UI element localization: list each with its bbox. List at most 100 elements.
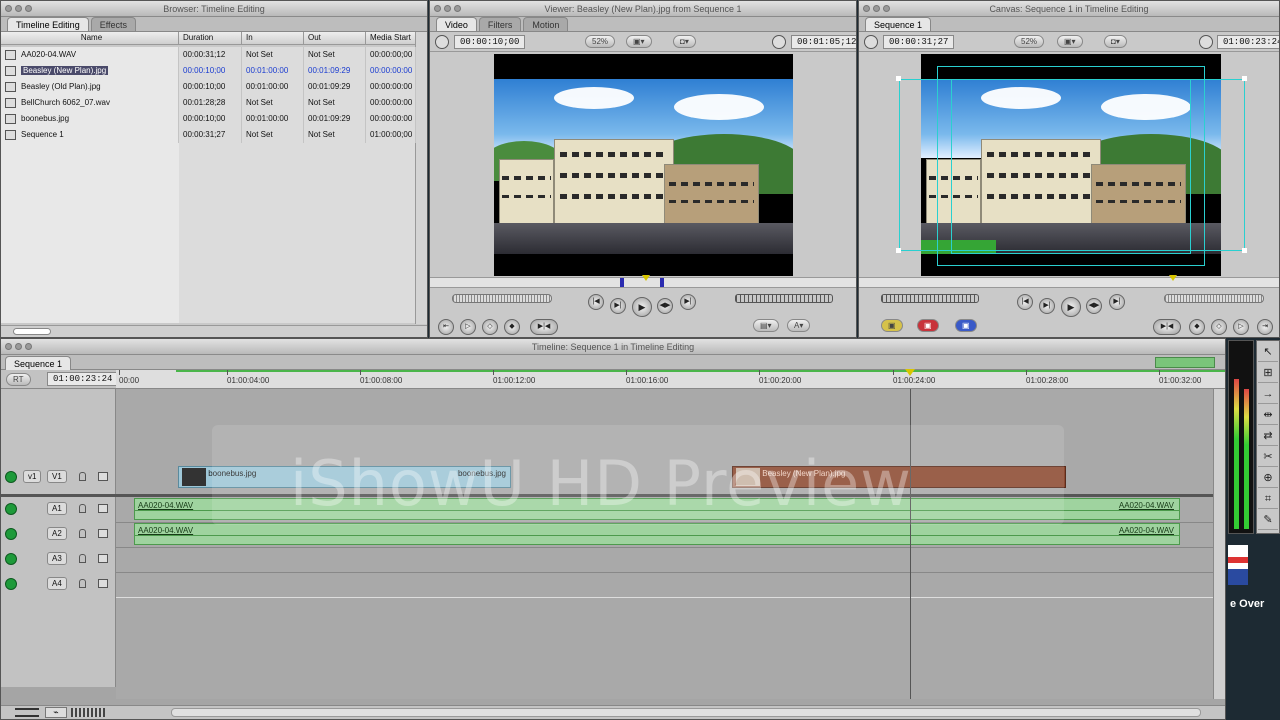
zoom-button[interactable] — [454, 5, 461, 12]
list-item[interactable]: Sequence 1 00:00:31;27 Not Set Not Set 01:0… — [1, 127, 416, 143]
track-label-a2[interactable]: A2 — [47, 527, 67, 540]
display-mode-popup[interactable]: ◘▾ — [673, 35, 696, 48]
canvas-insert-popup[interactable]: ▣ — [881, 319, 903, 332]
canvas-titlebar[interactable]: Canvas: Sequence 1 in Timeline Editing — [859, 1, 1279, 17]
list-item[interactable]: boonebus.jpg 00:00:10;00 00:01:00:00 00:01… — [1, 111, 416, 127]
source-track-v1[interactable]: v1 — [23, 470, 42, 483]
viewer-prev-edit-button[interactable]: |◀ — [588, 294, 604, 310]
timeline-zoom-scroller[interactable] — [171, 708, 1201, 717]
canvas-jog-control[interactable] — [881, 294, 979, 303]
lock-icon[interactable] — [79, 504, 86, 513]
window-controls[interactable] — [5, 343, 32, 350]
zoom-button[interactable] — [883, 5, 890, 12]
list-item[interactable]: Beasley (Old Plan).jpg 00:00:10;00 00:01:… — [1, 79, 416, 95]
canvas-play-around-button[interactable]: ◀▶ — [1086, 298, 1102, 314]
playhead-marker[interactable] — [905, 369, 915, 376]
canvas-replace-popup[interactable]: ▣ — [955, 319, 977, 332]
roll-tool-icon[interactable]: ⇹ — [1258, 406, 1278, 425]
rt-popup[interactable]: RT — [6, 373, 31, 386]
canvas-match-frame-button[interactable]: ⇥ — [1257, 319, 1273, 335]
viewer-recent-clips-popup[interactable]: ▤▾ — [753, 319, 779, 332]
desktop-icon[interactable] — [1228, 545, 1248, 585]
close-button[interactable] — [863, 5, 870, 12]
lock-icon[interactable] — [79, 472, 86, 481]
selection-tool-icon[interactable]: ↖ — [1258, 343, 1278, 362]
column-out[interactable]: Out — [304, 32, 366, 44]
minimize-button[interactable] — [873, 5, 880, 12]
browser-titlebar[interactable]: Browser: Timeline Editing — [1, 1, 427, 17]
close-button[interactable] — [5, 5, 12, 12]
tab-filters[interactable]: Filters — [478, 17, 522, 31]
tab-motion[interactable]: Motion — [523, 17, 569, 31]
track-visibility-icon[interactable] — [5, 471, 17, 483]
canvas-play-in-out-button[interactable]: ▶| — [1039, 298, 1055, 314]
viewer-jog-control[interactable] — [735, 294, 833, 303]
tab-timeline-editing[interactable]: Timeline Editing — [7, 17, 89, 31]
track-audible-icon[interactable] — [5, 578, 17, 590]
list-item[interactable]: BellChurch 6062_07.wav 00:01:28;28 Not Se… — [1, 95, 416, 111]
window-controls[interactable] — [863, 5, 890, 12]
tab-effects[interactable]: Effects — [90, 17, 137, 31]
clip-overlays-icon[interactable]: ⌁ — [45, 707, 67, 718]
list-item[interactable]: AA020-04.WAV 00:00:31;12 Not Set Not Set 00… — [1, 47, 416, 63]
column-name[interactable]: Name — [1, 32, 179, 44]
column-duration[interactable]: Duration — [179, 32, 242, 44]
viewer-match-frame-button[interactable]: ⇤ — [438, 319, 454, 335]
viewer-mark-out-button[interactable]: ◇ — [482, 319, 498, 335]
canvas-shuttle-control[interactable] — [1164, 294, 1264, 303]
zoom-button[interactable] — [25, 343, 32, 350]
timeline-current-timecode[interactable]: 01:00:23:24 — [47, 372, 119, 386]
minimize-button[interactable] — [444, 5, 451, 12]
viewer-mark-in-button[interactable]: ▷ — [460, 319, 476, 335]
browser-vertical-scrollbar[interactable] — [415, 32, 427, 324]
canvas-prev-edit-button[interactable]: |◀ — [1017, 294, 1033, 310]
auto-select-icon[interactable] — [98, 554, 108, 563]
auto-select-icon[interactable] — [98, 472, 108, 481]
track-height-icon[interactable] — [15, 708, 39, 717]
viewer-zoom-popup[interactable]: 52% — [585, 35, 616, 48]
timeline-titlebar[interactable]: Timeline: Sequence 1 in Timeline Editing — [1, 339, 1225, 355]
viewer-add-marker-button[interactable]: ◆ — [504, 319, 520, 335]
scroll-thumb[interactable] — [13, 328, 51, 335]
auto-select-icon[interactable] — [98, 579, 108, 588]
canvas-overwrite-popup[interactable]: ▣ — [917, 319, 939, 332]
edit-select-tool-icon[interactable]: ⊞ — [1258, 364, 1278, 383]
column-in[interactable]: In — [242, 32, 304, 44]
list-item-selected[interactable]: Beasley (New Plan).jpg 00:00:10;00 00:01:… — [1, 63, 416, 79]
auto-select-icon[interactable] — [98, 504, 108, 513]
track-select-tool-icon[interactable]: → — [1258, 385, 1278, 404]
tab-sequence-1[interactable]: Sequence 1 — [865, 17, 932, 31]
viewer-video-frame[interactable] — [494, 54, 793, 276]
track-audible-icon[interactable] — [5, 503, 17, 515]
track-label-a1[interactable]: A1 — [47, 502, 67, 515]
zoom-tool-icon[interactable]: ⊕ — [1258, 469, 1278, 488]
timeline-ruler[interactable]: 00:00 01:00:04:00 01:00:08:00 01:00:12:0… — [116, 369, 1225, 389]
razor-tool-icon[interactable]: ✂ — [1258, 448, 1278, 467]
viewer-generator-popup[interactable]: A▾ — [787, 319, 811, 332]
track-label-a4[interactable]: A4 — [47, 577, 67, 590]
slip-tool-icon[interactable]: ⇄ — [1258, 427, 1278, 446]
canvas-mark-clip-button[interactable]: ▶|◀ — [1153, 319, 1181, 335]
canvas-zoom-popup[interactable]: 52% — [1014, 35, 1045, 48]
wireframe-handle[interactable] — [1242, 248, 1247, 253]
browser-horizontal-scrollbar[interactable] — [1, 325, 427, 337]
lock-icon[interactable] — [79, 529, 86, 538]
canvas-next-edit-button[interactable]: ▶| — [1109, 294, 1125, 310]
auto-select-icon[interactable] — [98, 529, 108, 538]
track-audible-icon[interactable] — [5, 528, 17, 540]
column-media-start[interactable]: Media Start — [366, 32, 416, 44]
timeline-vertical-scrollbar[interactable] — [1213, 389, 1225, 699]
lock-icon[interactable] — [79, 579, 86, 588]
tab-sequence-1[interactable]: Sequence 1 — [5, 356, 72, 371]
viewer-next-edit-button[interactable]: ▶| — [680, 294, 696, 310]
viewer-current-timecode[interactable]: 00:01:05;12 — [791, 35, 856, 49]
canvas-add-marker-button[interactable]: ◆ — [1189, 319, 1205, 335]
canvas-scrubber-bar[interactable] — [859, 275, 1279, 288]
canvas-play-button[interactable]: ▶ — [1061, 297, 1081, 317]
audio-level-line[interactable] — [135, 535, 1179, 536]
display-mode-popup[interactable]: ◘▾ — [1104, 35, 1127, 48]
minimize-button[interactable] — [15, 343, 22, 350]
clip-a2-audio[interactable]: AA020-04.WAV AA020-04.WAV — [134, 523, 1180, 545]
tab-video[interactable]: Video — [436, 17, 477, 31]
dest-track-v1[interactable]: V1 — [47, 470, 67, 483]
